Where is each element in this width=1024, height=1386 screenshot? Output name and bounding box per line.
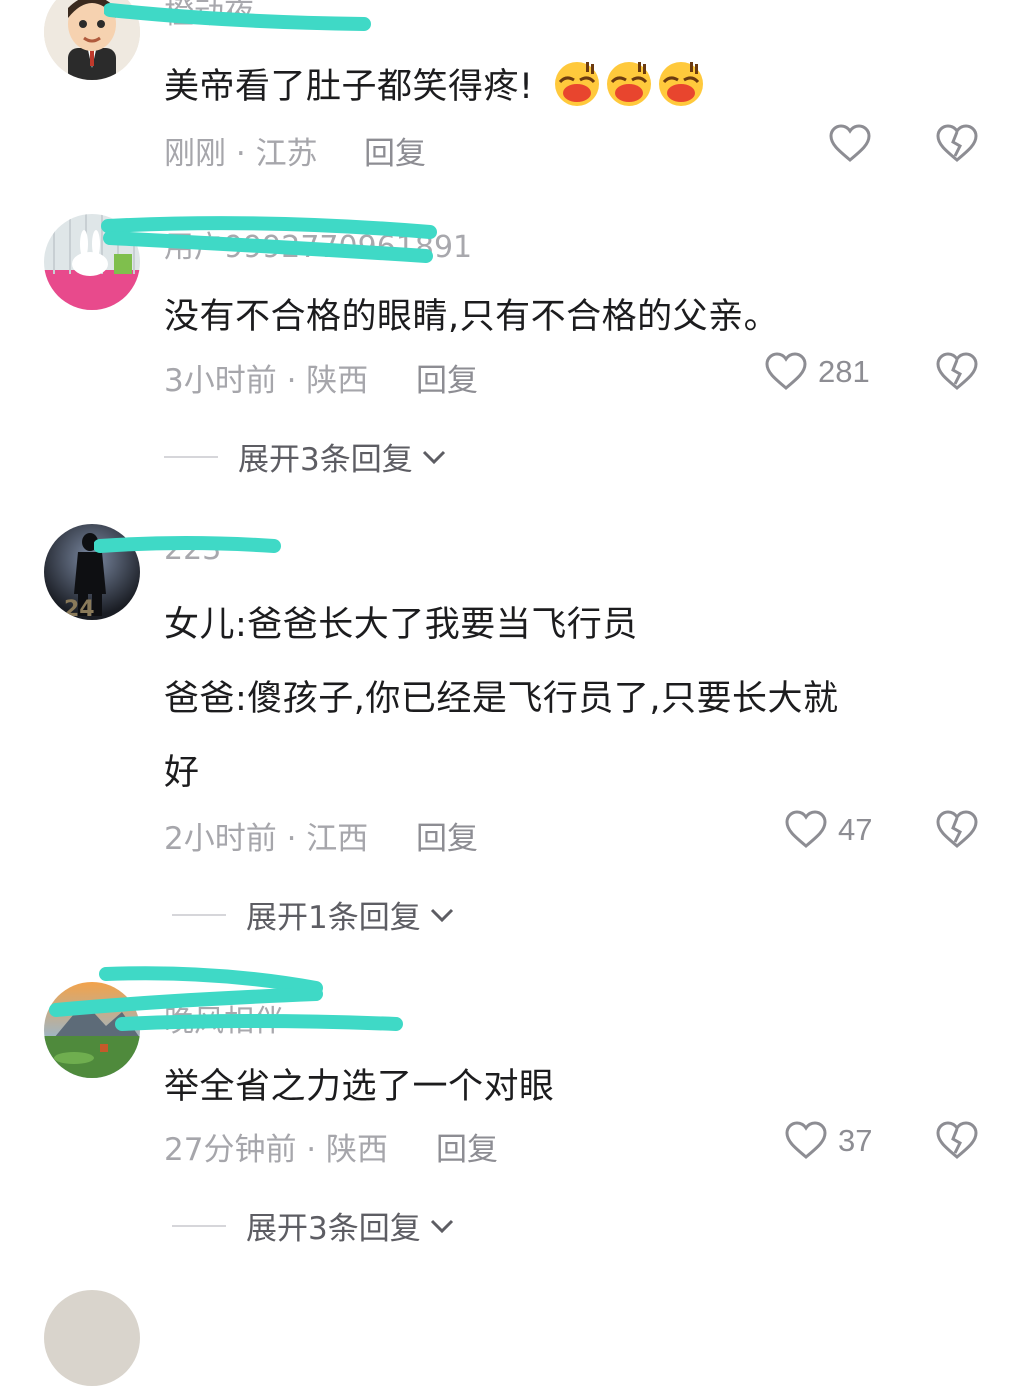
like-button[interactable]: 281 bbox=[764, 352, 870, 392]
comment-time: 2小时前 bbox=[164, 821, 277, 857]
username[interactable]: 晚风相伴 bbox=[164, 996, 284, 1040]
comment-time: 刚刚 bbox=[164, 136, 226, 172]
username[interactable]: 橙动夜。 bbox=[164, 0, 284, 32]
comment-text: 爸爸:傻孩子,你已经是飞行员了,只要长大就 bbox=[164, 679, 839, 719]
heart-icon bbox=[785, 1121, 827, 1159]
avatar[interactable] bbox=[44, 982, 140, 1078]
comment-text: 没有不合格的眼睛,只有不合格的父亲。 bbox=[164, 297, 780, 337]
laughing-emoji-icon bbox=[658, 62, 703, 106]
dislike-button[interactable] bbox=[935, 352, 979, 392]
like-count: 281 bbox=[818, 354, 870, 389]
reply-button[interactable]: 回复 bbox=[436, 1124, 498, 1169]
broken-heart-icon bbox=[936, 810, 978, 848]
comment-location: 陕西 bbox=[306, 363, 369, 399]
heart-icon bbox=[829, 124, 871, 162]
cartoon-man-avatar-icon bbox=[44, 0, 140, 80]
svg-text:24: 24 bbox=[64, 597, 95, 620]
like-count: 47 bbox=[838, 812, 873, 847]
reply-button[interactable]: 回复 bbox=[416, 813, 478, 858]
expand-replies-button[interactable]: 展开3条回复 bbox=[172, 1203, 455, 1248]
comment-location: 江苏 bbox=[255, 136, 318, 172]
broken-heart-icon bbox=[936, 124, 978, 162]
laughing-emoji-icon bbox=[606, 62, 651, 106]
avatar[interactable]: 24 bbox=[44, 524, 140, 620]
comment-time: 3小时前 bbox=[164, 363, 277, 399]
expand-replies-label: 展开3条回复 bbox=[246, 1211, 421, 1247]
comment-meta: 刚刚 · 江苏 bbox=[164, 128, 318, 173]
divider-line bbox=[172, 913, 226, 916]
comment-location: 江西 bbox=[306, 821, 369, 857]
avatar[interactable] bbox=[44, 1290, 140, 1386]
landscape-avatar-icon bbox=[44, 982, 140, 1078]
like-button[interactable]: 37 bbox=[784, 1121, 872, 1161]
username[interactable]: 用户9992770961891 bbox=[164, 222, 472, 266]
chevron-down-icon bbox=[422, 450, 445, 464]
dislike-button[interactable] bbox=[935, 124, 979, 164]
comment-text: 美帝看了肚子都笑得疼! bbox=[164, 58, 706, 109]
expand-replies-button[interactable]: 展开3条回复 bbox=[164, 434, 447, 479]
broken-heart-icon bbox=[936, 1121, 978, 1159]
reply-button[interactable]: 回复 bbox=[416, 355, 478, 400]
chevron-down-icon bbox=[430, 908, 453, 922]
dark-figure-avatar-icon: 24 bbox=[44, 524, 140, 620]
comment-text: 女儿:爸爸长大了我要当飞行员 bbox=[164, 605, 638, 645]
heart-icon bbox=[785, 810, 827, 848]
comment-time: 27分钟前 bbox=[164, 1132, 297, 1168]
expand-replies-label: 展开1条回复 bbox=[246, 900, 421, 936]
meta-separator: · bbox=[276, 363, 307, 399]
comment-location: 陕西 bbox=[326, 1132, 389, 1168]
heart-icon bbox=[765, 352, 807, 390]
divider-line bbox=[164, 455, 218, 458]
chevron-down-icon bbox=[430, 1219, 453, 1233]
like-count: 37 bbox=[838, 1123, 873, 1158]
meta-separator: · bbox=[296, 1132, 327, 1168]
comment-meta: 27分钟前 · 陕西 bbox=[164, 1124, 388, 1169]
avatar[interactable] bbox=[44, 214, 140, 310]
comment-text: 举全省之力选了一个对眼 bbox=[164, 1067, 555, 1107]
expand-replies-button[interactable]: 展开1条回复 bbox=[172, 892, 455, 937]
expand-replies-label: 展开3条回复 bbox=[238, 442, 413, 478]
comment-meta: 2小时前 · 江西 bbox=[164, 813, 368, 858]
reply-button[interactable]: 回复 bbox=[364, 128, 426, 173]
like-button[interactable] bbox=[828, 124, 872, 164]
dislike-button[interactable] bbox=[935, 810, 979, 850]
laughing-emoji-icon bbox=[554, 62, 599, 106]
divider-line bbox=[172, 1224, 226, 1227]
comment-text: 好 bbox=[164, 753, 200, 793]
comment-meta: 3小时前 · 陕西 bbox=[164, 355, 368, 400]
rabbit-cage-avatar-icon bbox=[44, 214, 140, 310]
broken-heart-icon bbox=[936, 352, 978, 390]
avatar[interactable] bbox=[44, 0, 140, 80]
meta-separator: · bbox=[276, 821, 307, 857]
username[interactable]: 223 bbox=[164, 532, 221, 567]
dislike-button[interactable] bbox=[935, 1121, 979, 1161]
meta-separator: · bbox=[226, 136, 256, 172]
like-button[interactable]: 47 bbox=[784, 810, 872, 850]
